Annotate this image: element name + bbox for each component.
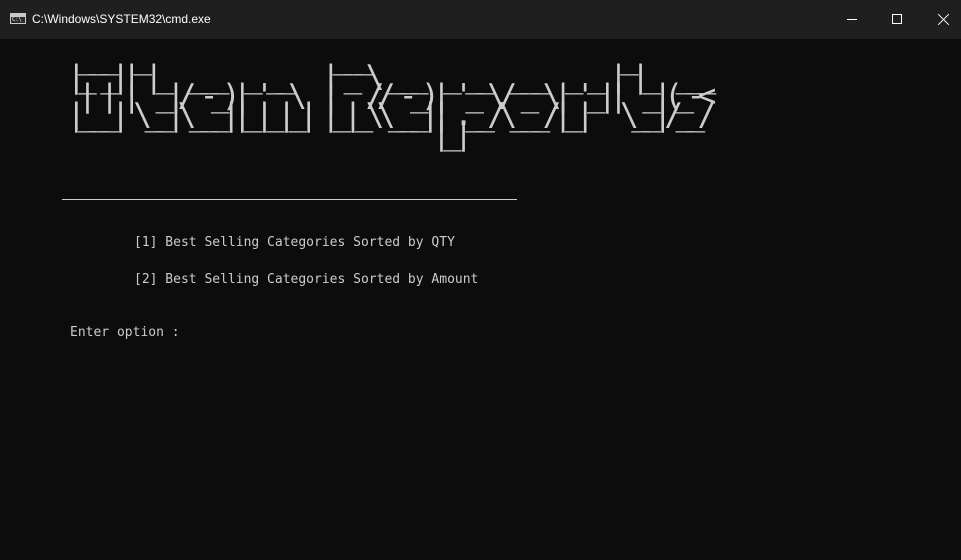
- menu-option-2: [2] Best Selling Categories Sorted by Am…: [134, 272, 479, 287]
- separator-line: [62, 199, 517, 200]
- console-area[interactable]: ___ _ ___ _ |_ _|| |_ ___ _ __ | _ \ ___…: [0, 39, 961, 560]
- ascii-banner: ___ _ ___ _ |_ _|| |_ ___ _ __ | _ \ ___…: [67, 43, 742, 150]
- enter-option-prompt[interactable]: Enter option :: [70, 325, 180, 341]
- cmd-app-icon[interactable]: C:\: [10, 13, 26, 24]
- minimize-button[interactable]: [828, 0, 874, 39]
- maximize-button[interactable]: [874, 0, 920, 39]
- window-title: C:\Windows\SYSTEM32\cmd.exe: [32, 12, 211, 26]
- close-icon: [938, 14, 949, 25]
- menu-option-1: [1] Best Selling Categories Sorted by QT…: [134, 235, 455, 250]
- cmd-window: C:\ C:\Windows\SYSTEM32\cmd.exe ___ _ __…: [0, 0, 961, 560]
- minimize-icon: [847, 19, 857, 20]
- close-button[interactable]: [920, 0, 961, 39]
- app-icon-text: C:\: [12, 16, 22, 23]
- banner-line: |_|: [67, 116, 742, 152]
- title-bar[interactable]: C:\ C:\Windows\SYSTEM32\cmd.exe: [0, 0, 961, 39]
- maximize-icon: [892, 14, 902, 24]
